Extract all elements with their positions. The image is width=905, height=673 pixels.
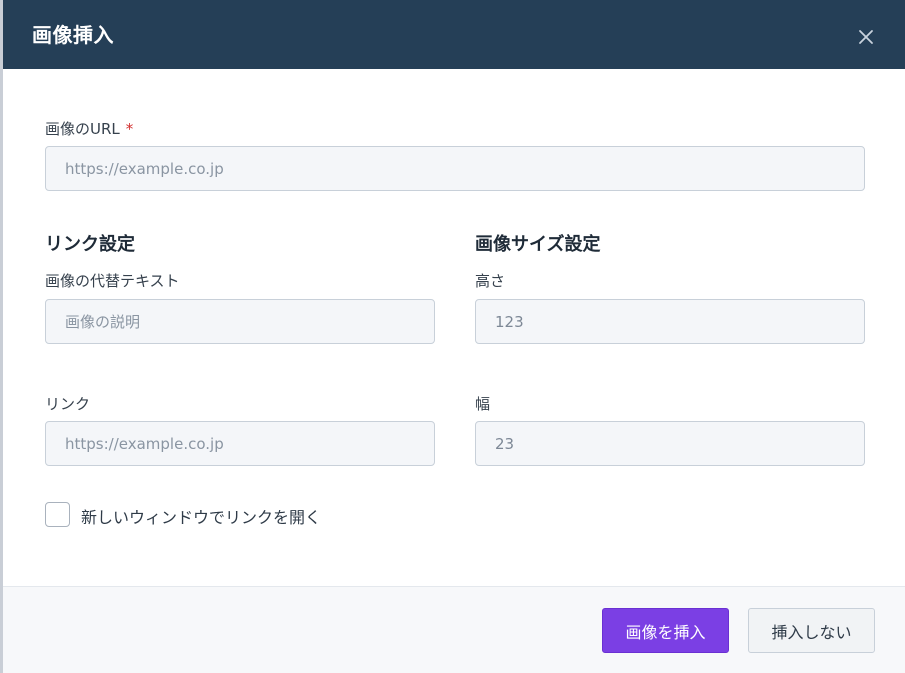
alt-text-input[interactable] <box>45 299 435 344</box>
width-label: 幅 <box>475 395 491 413</box>
dialog-header: 画像挿入 <box>3 0 905 69</box>
image-url-label: 画像のURL * <box>45 120 134 138</box>
size-settings-title: 画像サイズ設定 <box>475 234 601 255</box>
close-button[interactable] <box>851 20 881 48</box>
width-input[interactable] <box>475 421 865 466</box>
link-label: リンク <box>45 395 91 413</box>
dialog-footer: 画像を挿入 挿入しない <box>3 586 905 673</box>
new-window-label[interactable]: 新しいウィンドウでリンクを開く <box>81 504 321 528</box>
height-input[interactable] <box>475 299 865 344</box>
height-label: 高さ <box>475 272 506 290</box>
link-settings-title: リンク設定 <box>45 234 135 255</box>
new-window-checkbox[interactable] <box>45 502 70 527</box>
insert-image-button[interactable]: 画像を挿入 <box>602 608 729 653</box>
dialog-title: 画像挿入 <box>32 23 114 47</box>
link-url-input[interactable] <box>45 421 435 466</box>
image-url-input[interactable] <box>45 146 865 191</box>
cancel-button[interactable]: 挿入しない <box>748 608 875 653</box>
close-icon <box>859 30 873 44</box>
insert-image-dialog: 画像挿入 画像のURL* リンク設定 画像の代替テキスト リンク 画像サイズ設定… <box>3 0 905 673</box>
alt-text-label: 画像の代替テキスト <box>45 272 180 290</box>
required-mark: * <box>125 120 134 138</box>
